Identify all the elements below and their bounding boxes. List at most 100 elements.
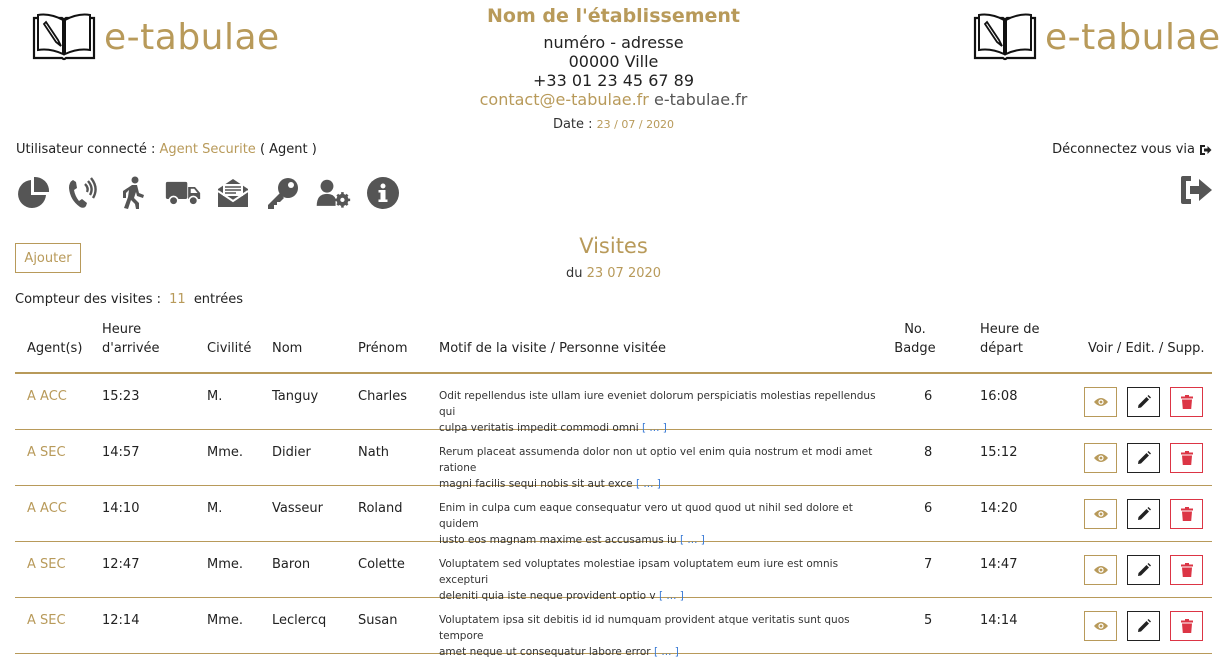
- delete-button[interactable]: [1170, 555, 1203, 585]
- logout-text: Déconnectez vous via: [1052, 142, 1195, 157]
- edit-button[interactable]: [1127, 443, 1160, 473]
- users-cog-icon[interactable]: [315, 175, 351, 211]
- header-departure: Heure de départ: [980, 322, 1040, 356]
- walking-icon[interactable]: [115, 175, 151, 211]
- table-row: A ACC 14:10 M. Vasseur Roland 6 14:20 Enim in c…: [15, 486, 1212, 546]
- date-label: Date :: [552, 117, 593, 132]
- arrival-cell: 14:10: [102, 501, 140, 516]
- delete-button[interactable]: [1170, 611, 1203, 641]
- civility-cell: Mme.: [207, 445, 244, 460]
- arrival-cell: 12:47: [102, 557, 140, 572]
- delete-button[interactable]: [1170, 443, 1203, 473]
- departure-cell: 14:14: [980, 613, 1018, 628]
- lastname-cell: Didier: [272, 445, 311, 460]
- establishment-city: 00000 Ville: [568, 52, 659, 71]
- visits-table: Agent(s) Heure d'arrivée Civilité Nom Pré…: [15, 318, 1212, 658]
- date-value: 23 / 07 / 2020: [596, 118, 675, 131]
- table-row: A ACC 15:23 M. Tanguy Charles 6 16:08 Odit repe…: [15, 374, 1212, 434]
- read-more-link[interactable]: [ ... ]: [654, 646, 679, 658]
- counter-suffix: entrées: [193, 292, 243, 307]
- table-row: A SEC 12:14 Mme. Leclercq Susan 5 14:14 Volupta…: [15, 598, 1212, 658]
- agent-cell[interactable]: A ACC: [27, 501, 67, 516]
- firstname-cell: Nath: [358, 445, 390, 460]
- arrival-cell: 15:23: [102, 389, 140, 404]
- header-motif: Motif de la visite / Personne visitée: [439, 341, 666, 356]
- header-agent: Agent(s): [27, 341, 83, 356]
- establishment-contact: contact@e-tabulae.fr e-tabulae.fr: [0, 90, 1227, 109]
- header-lastname: Nom: [272, 341, 303, 356]
- eye-icon: [1093, 622, 1108, 630]
- lastname-cell: Leclercq: [272, 613, 327, 628]
- view-button[interactable]: [1084, 499, 1117, 529]
- badge-cell: 6: [924, 389, 933, 404]
- pencil-icon: [1137, 451, 1151, 464]
- sign-out-icon: [1181, 176, 1212, 204]
- email-link[interactable]: contact@e-tabulae.fr: [480, 90, 649, 109]
- pencil-icon: [1137, 507, 1151, 520]
- page-subtitle: du 23 07 2020: [0, 266, 1227, 281]
- lastname-cell: Vasseur: [272, 501, 323, 516]
- truck-icon[interactable]: [165, 175, 201, 211]
- edit-button[interactable]: [1127, 499, 1160, 529]
- civility-cell: Mme.: [207, 613, 244, 628]
- badge-cell: 6: [924, 501, 933, 516]
- firstname-cell: Susan: [358, 613, 398, 628]
- civility-cell: M.: [207, 389, 223, 404]
- phone-volume-icon[interactable]: [65, 175, 101, 211]
- departure-cell: 14:47: [980, 557, 1018, 572]
- header-arrival: Heure d'arrivée: [102, 322, 160, 356]
- edit-button[interactable]: [1127, 387, 1160, 417]
- departure-cell: 14:20: [980, 501, 1018, 516]
- firstname-cell: Charles: [358, 389, 408, 404]
- edit-button[interactable]: [1127, 611, 1160, 641]
- key-icon[interactable]: [265, 175, 301, 211]
- badge-cell: 7: [924, 557, 933, 572]
- view-button[interactable]: [1084, 555, 1117, 585]
- badge-cell: 5: [924, 613, 933, 628]
- row-actions: [1084, 555, 1203, 585]
- pencil-icon: [1137, 563, 1151, 576]
- motif-cell: Voluptatem sed voluptates molestiae ipsa…: [439, 558, 839, 602]
- delete-button[interactable]: [1170, 387, 1203, 417]
- toolbar: [15, 175, 401, 211]
- user-role: ( Agent ): [259, 142, 317, 157]
- pencil-icon: [1137, 395, 1151, 408]
- eye-icon: [1093, 510, 1108, 518]
- pencil-icon: [1137, 619, 1151, 632]
- trash-icon: [1180, 563, 1193, 577]
- user-name: Agent Securite: [159, 142, 256, 157]
- header-civility: Civilité: [207, 341, 252, 356]
- agent-cell[interactable]: A SEC: [27, 613, 66, 628]
- chart-pie-icon[interactable]: [15, 175, 51, 211]
- motif-cell: Voluptatem ipsa sit debitis id id numqua…: [439, 614, 850, 658]
- page-title: Visites: [579, 234, 648, 258]
- subtitle-date: 23 07 2020: [586, 266, 662, 281]
- website-link[interactable]: e-tabulae.fr: [654, 90, 747, 109]
- view-button[interactable]: [1084, 387, 1117, 417]
- row-actions: [1084, 611, 1203, 641]
- view-button[interactable]: [1084, 443, 1117, 473]
- eye-icon: [1093, 398, 1108, 406]
- civility-cell: M.: [207, 501, 223, 516]
- lastname-cell: Tanguy: [272, 389, 319, 404]
- delete-button[interactable]: [1170, 499, 1203, 529]
- arrival-cell: 12:14: [102, 613, 140, 628]
- agent-cell[interactable]: A ACC: [27, 389, 67, 404]
- badge-cell: 8: [924, 445, 933, 460]
- establishment-name: Nom de l'établissement: [486, 5, 740, 27]
- info-circle-icon[interactable]: [365, 175, 401, 211]
- view-button[interactable]: [1084, 611, 1117, 641]
- civility-cell: Mme.: [207, 557, 244, 572]
- agent-cell[interactable]: A SEC: [27, 557, 66, 572]
- trash-icon: [1180, 395, 1193, 409]
- departure-cell: 15:12: [980, 445, 1018, 460]
- counter-prefix: Compteur des visites :: [15, 292, 161, 307]
- firstname-cell: Roland: [358, 501, 403, 516]
- edit-button[interactable]: [1127, 555, 1160, 585]
- logout-button[interactable]: [1179, 175, 1213, 209]
- user-prefix: Utilisateur connecté :: [16, 142, 156, 157]
- agent-cell[interactable]: A SEC: [27, 445, 66, 460]
- header-firstname: Prénom: [358, 341, 408, 356]
- table-row: A SEC 14:57 Mme. Didier Nath 8 15:12 Rerum plac…: [15, 430, 1212, 490]
- mail-bulk-icon[interactable]: [215, 175, 251, 211]
